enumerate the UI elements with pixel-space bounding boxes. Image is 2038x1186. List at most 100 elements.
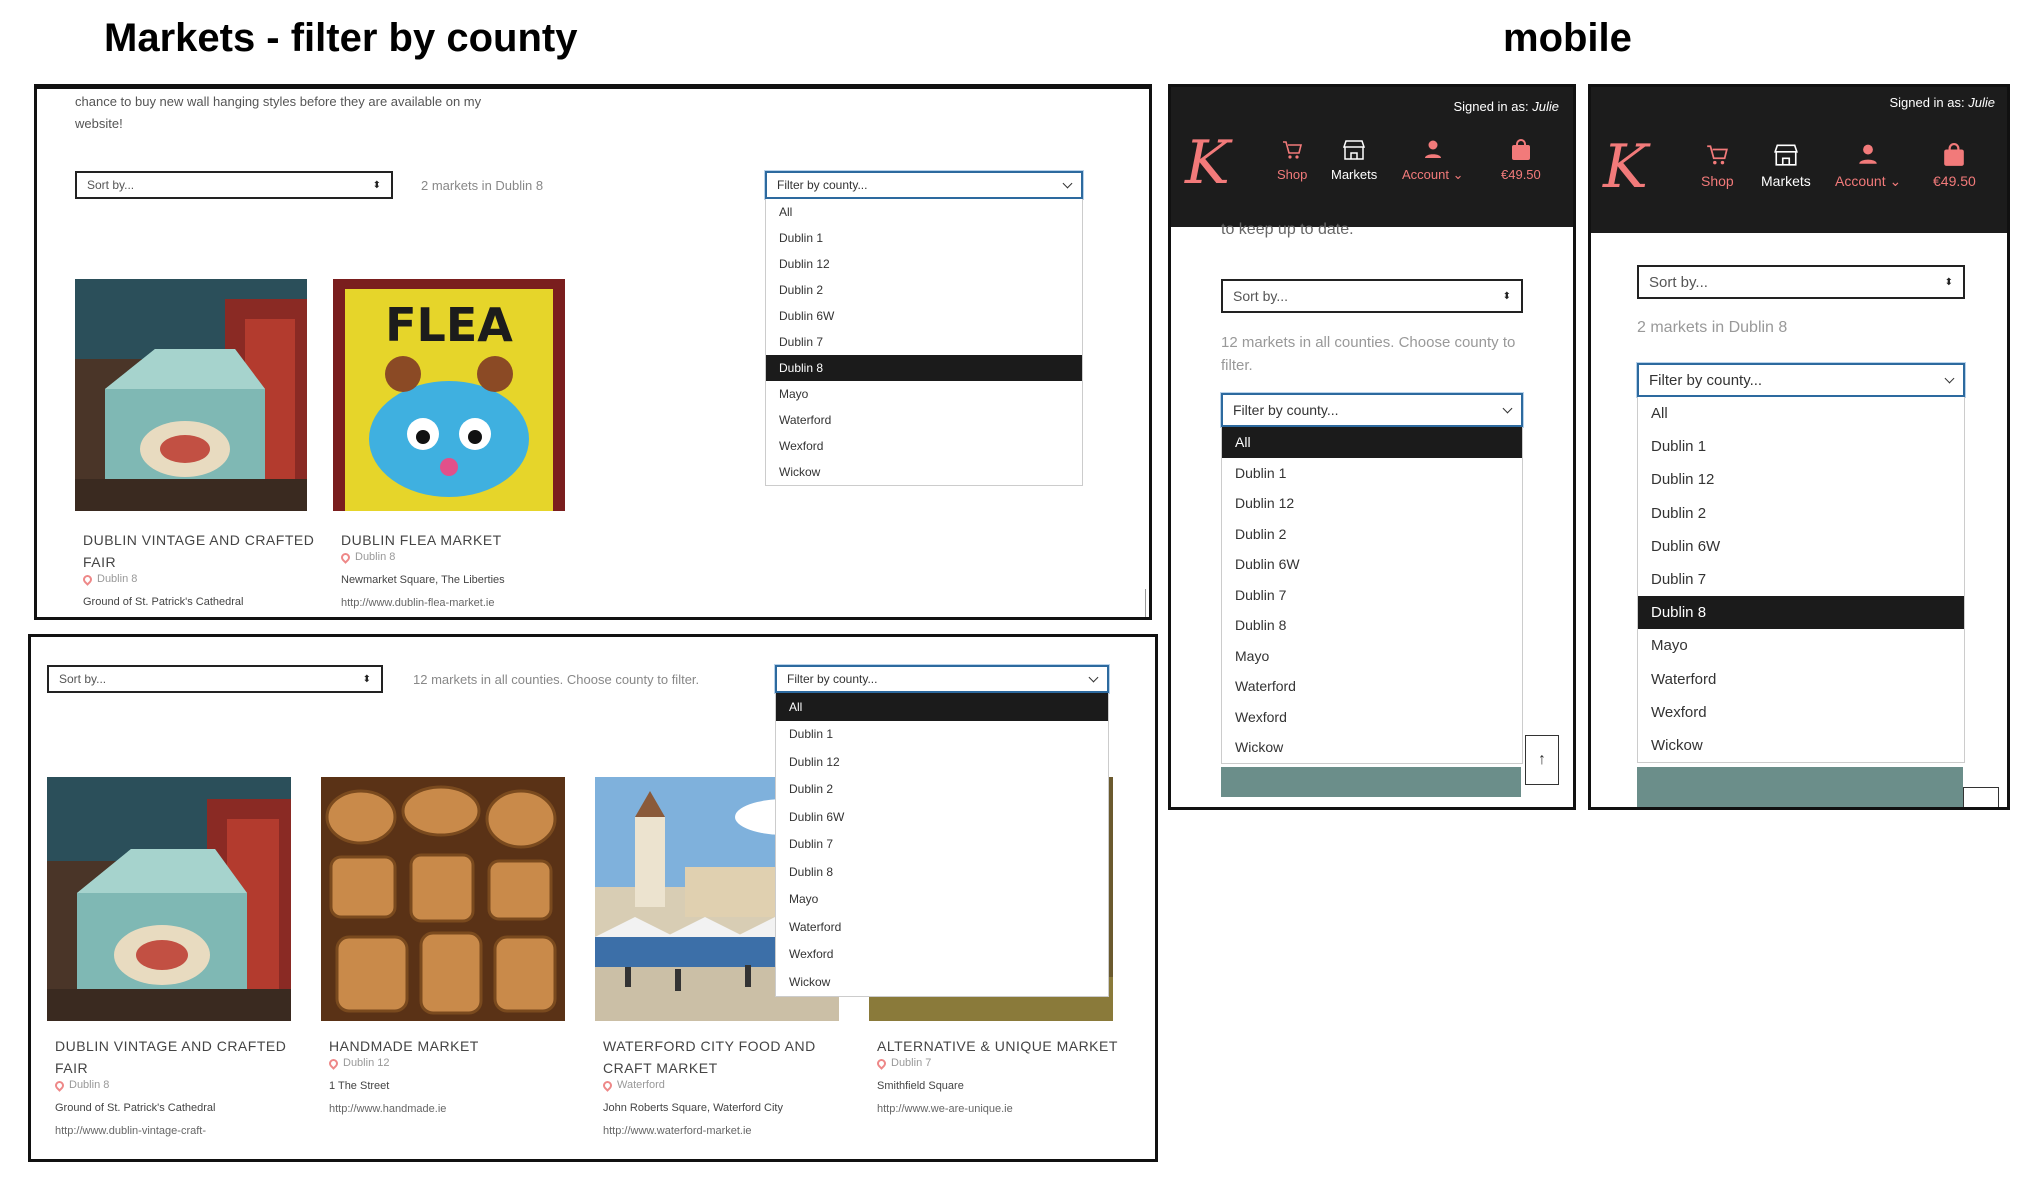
county-filter-select[interactable]: Filter by county... (1221, 393, 1523, 427)
card-title[interactable]: ALTERNATIVE & UNIQUE MARKET (877, 1035, 1118, 1057)
card-title[interactable]: DUBLIN VINTAGE AND CRAFTED FAIR (83, 529, 314, 573)
county-option[interactable]: Wickow (1222, 732, 1522, 763)
nav-markets[interactable]: Markets (1331, 139, 1377, 182)
storefront-icon (1773, 144, 1798, 166)
market-count: 2 markets in Dublin 8 (421, 178, 544, 193)
county-option[interactable]: Dublin 6W (1222, 549, 1522, 580)
card-location: Dublin 7 (875, 1056, 931, 1070)
card-url[interactable]: http://www.handmade.ie (329, 1103, 446, 1115)
county-option[interactable]: Dublin 7 (1222, 580, 1522, 611)
county-option[interactable]: Dublin 2 (1222, 519, 1522, 550)
county-option[interactable]: Waterford (776, 913, 1108, 941)
chevron-down-icon: ⌄ (1452, 167, 1464, 182)
county-option[interactable]: Dublin 7 (776, 831, 1108, 859)
county-option[interactable]: Dublin 7 (1638, 563, 1964, 596)
card-location: Dublin 8 (339, 550, 395, 564)
card-location: Waterford (601, 1078, 665, 1092)
card-address: Ground of St. Patrick's Cathedral (55, 1102, 216, 1114)
card-title[interactable]: DUBLIN VINTAGE AND CRAFTED FAIR (55, 1035, 286, 1079)
sort-arrows-icon: ⬍ (1502, 290, 1511, 302)
nav-shop[interactable]: Shop (1701, 143, 1734, 189)
county-filter-select[interactable]: Filter by county... (765, 171, 1083, 199)
county-option[interactable]: Waterford (1638, 663, 1964, 696)
county-option[interactable]: Mayo (766, 381, 1082, 407)
county-option[interactable]: Wickow (1638, 729, 1964, 762)
sort-select[interactable]: Sort by... ⬍ (47, 665, 383, 693)
map-pin-icon (327, 1056, 340, 1070)
county-dropdown: All Dublin 1 Dublin 12 Dublin 2 Dublin 6W Dub… (765, 199, 1083, 486)
county-option[interactable]: Dublin 7 (766, 329, 1082, 355)
county-option[interactable]: Dublin 1 (1222, 458, 1522, 489)
card-location: Dublin 12 (327, 1056, 389, 1070)
county-option[interactable]: Waterford (1222, 671, 1522, 702)
county-option[interactable]: All (1222, 427, 1522, 458)
map-pin-icon (601, 1078, 614, 1092)
card-title[interactable]: WATERFORD CITY FOOD AND CRAFT MARKET (603, 1035, 816, 1079)
scroll-top-button[interactable] (1963, 787, 1999, 807)
county-option[interactable]: Dublin 1 (1638, 430, 1964, 463)
scrollbar[interactable] (1145, 589, 1149, 617)
county-option[interactable]: Dublin 8 (1638, 596, 1964, 630)
county-option[interactable]: Wexford (1638, 696, 1964, 729)
nav-markets[interactable]: Markets (1761, 143, 1811, 189)
scroll-top-button[interactable]: ↑ (1525, 735, 1559, 785)
nav-account[interactable]: Account ⌄ (1402, 139, 1464, 183)
county-option[interactable]: Wexford (766, 433, 1082, 459)
county-option[interactable]: Wexford (1222, 702, 1522, 733)
county-option[interactable]: All (1638, 397, 1964, 430)
county-option[interactable]: Wickow (766, 459, 1082, 485)
market-count: 12 markets in all counties. Choose count… (413, 672, 700, 687)
card-url[interactable]: http://www.waterford-market.ie (603, 1125, 752, 1137)
map-pin-icon (81, 572, 94, 586)
county-option[interactable]: Waterford (766, 407, 1082, 433)
card-url[interactable]: http://www.dublin-vintage-craft- (55, 1125, 206, 1137)
sort-select[interactable]: Sort by... ⬍ (1221, 279, 1523, 313)
nav-shop[interactable]: Shop (1277, 139, 1307, 182)
card-title[interactable]: DUBLIN FLEA MARKET (341, 529, 502, 551)
county-option[interactable]: Dublin 6W (776, 803, 1108, 831)
card-title[interactable]: HANDMADE MARKET (329, 1035, 479, 1057)
card-url[interactable]: http://www.dublin-flea-market.ie (341, 597, 494, 609)
card-image-tin[interactable] (47, 777, 291, 1021)
county-option[interactable]: Dublin 1 (776, 721, 1108, 749)
county-option[interactable]: Dublin 8 (1222, 610, 1522, 641)
county-option[interactable]: Dublin 2 (766, 277, 1082, 303)
county-option[interactable]: Dublin 8 (766, 355, 1082, 381)
county-option[interactable]: Dublin 12 (766, 251, 1082, 277)
county-option[interactable]: Dublin 2 (776, 776, 1108, 804)
county-option[interactable]: All (776, 693, 1108, 721)
sort-select[interactable]: Sort by... ⬍ (1637, 265, 1965, 299)
county-option[interactable]: Dublin 2 (1638, 497, 1964, 530)
county-option[interactable]: Dublin 6W (766, 303, 1082, 329)
county-option[interactable]: All (766, 199, 1082, 225)
card-url[interactable]: http://www.we-are-unique.ie (877, 1103, 1013, 1115)
brand-logo[interactable]: K (1603, 137, 1648, 197)
county-filter-select[interactable]: Filter by county... (775, 665, 1109, 693)
county-option[interactable]: Dublin 12 (1222, 488, 1522, 519)
brand-logo[interactable]: K (1185, 133, 1230, 193)
county-option[interactable]: Mayo (776, 886, 1108, 914)
card-image-baskets[interactable] (321, 777, 565, 1021)
county-option[interactable]: Dublin 6W (1638, 530, 1964, 563)
county-option[interactable]: Mayo (1222, 641, 1522, 672)
nav-cart[interactable]: €49.50 (1933, 143, 1976, 189)
county-option[interactable]: Wexford (776, 941, 1108, 969)
chevron-down-icon (1062, 178, 1073, 188)
county-option[interactable]: Dublin 12 (1638, 463, 1964, 496)
county-option[interactable]: Dublin 1 (766, 225, 1082, 251)
county-option[interactable]: Dublin 8 (776, 858, 1108, 886)
user-icon (1424, 140, 1441, 158)
storefront-icon (1343, 140, 1366, 160)
signed-in-text: Signed in as: Julie (1889, 95, 1995, 110)
mobile-filtered-panel: Signed in as: Julie K Shop Markets Accou… (1588, 84, 2010, 810)
county-option[interactable]: Dublin 12 (776, 748, 1108, 776)
sort-select[interactable]: Sort by... ⬍ (75, 171, 393, 199)
nav-cart[interactable]: €49.50 (1501, 139, 1541, 182)
county-option[interactable]: Wickow (776, 968, 1108, 996)
map-pin-icon (339, 550, 352, 564)
county-option[interactable]: Mayo (1638, 629, 1964, 662)
card-image-tin[interactable] (75, 279, 307, 511)
county-filter-select[interactable]: Filter by county... (1637, 363, 1965, 397)
card-image-flea[interactable]: FLEA (333, 279, 565, 511)
nav-account[interactable]: Account ⌄ (1835, 143, 1901, 190)
